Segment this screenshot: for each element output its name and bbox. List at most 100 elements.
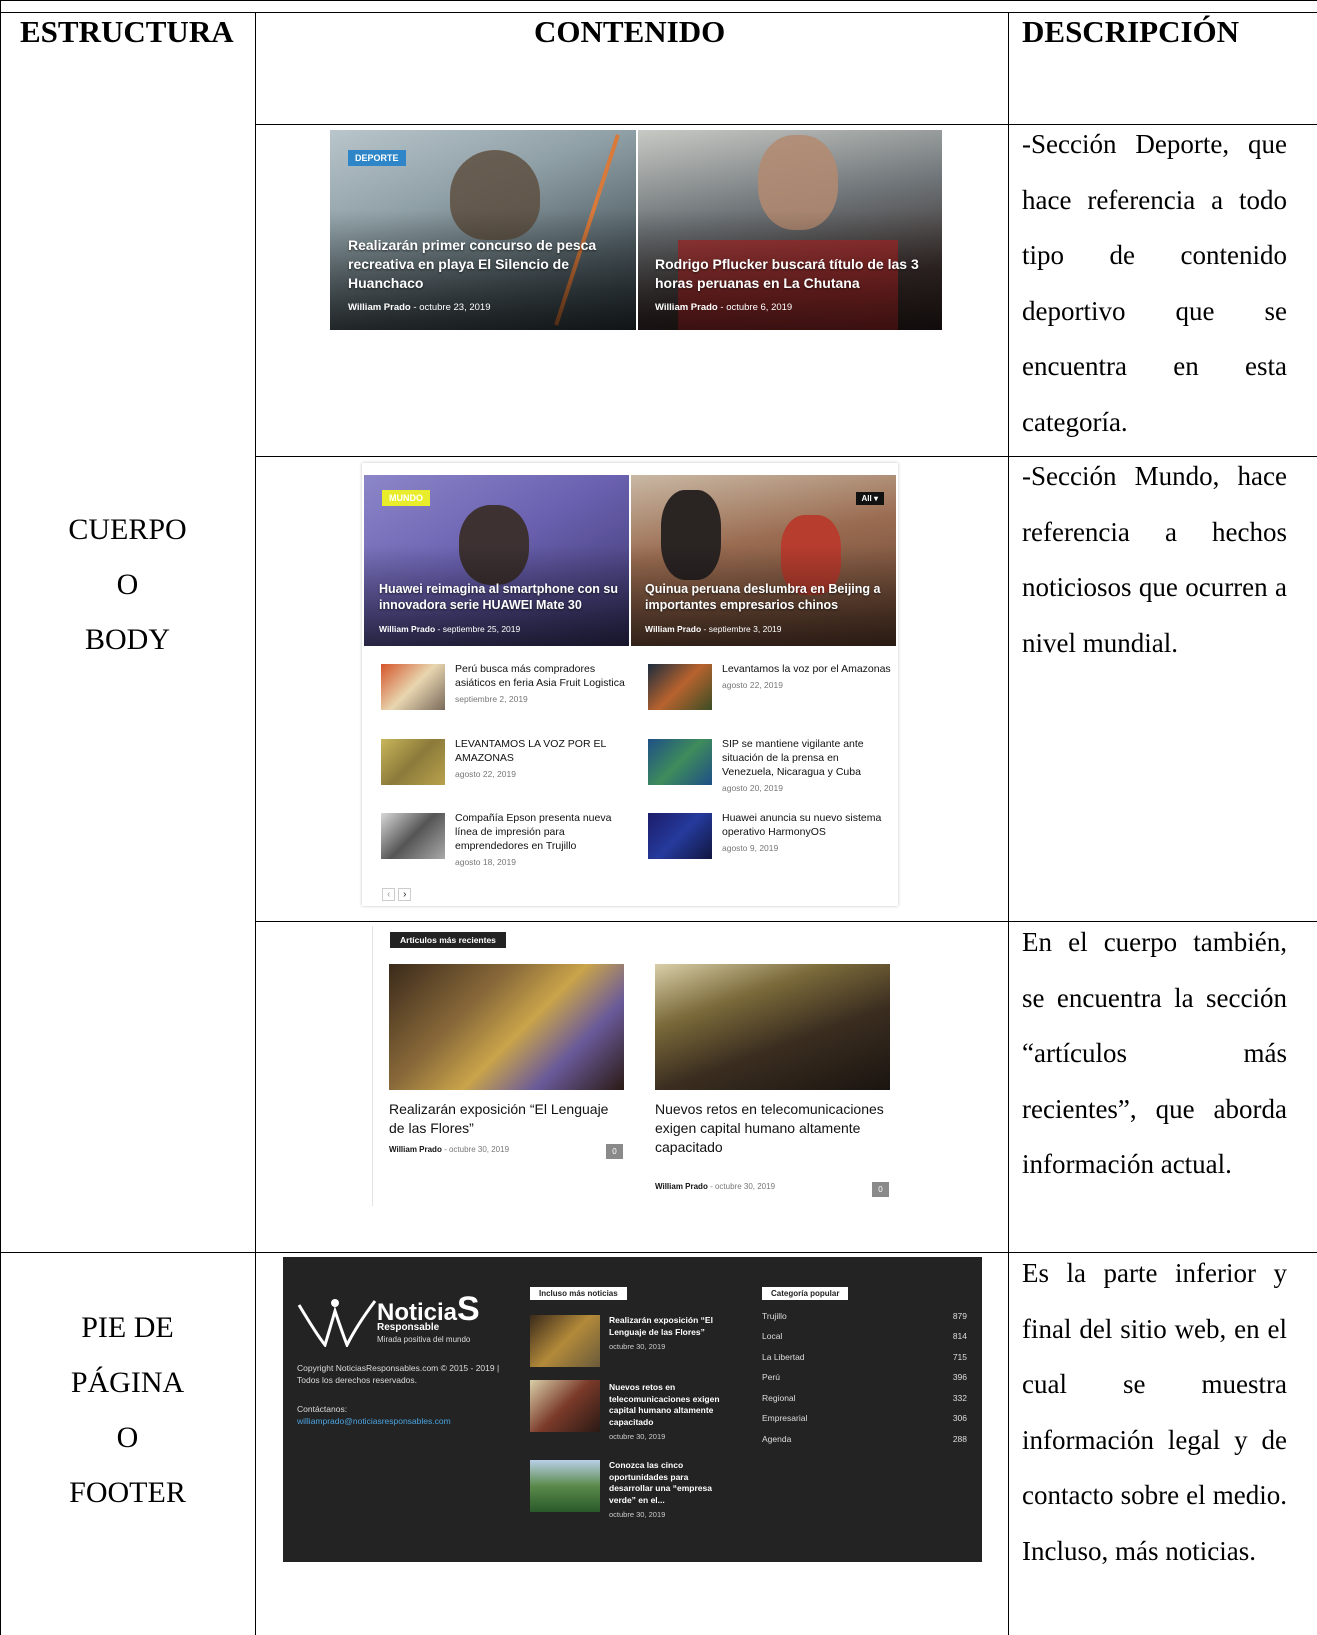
card-author[interactable]: William Prado	[348, 302, 411, 313]
list-item-date: agosto 22, 2019	[722, 680, 783, 690]
category-count: 879	[952, 1311, 967, 1321]
thumbnail	[381, 739, 445, 785]
article-author[interactable]: William Prado	[655, 1182, 708, 1191]
footer-label-line: O	[116, 1421, 139, 1454]
logo-icon	[297, 1299, 377, 1347]
more-news-item[interactable]: Conozca las cinco oportunidades para des…	[609, 1460, 729, 1521]
article-image[interactable]	[389, 964, 624, 1090]
more-news-item[interactable]: Realizarán exposición “El Lenguaje de la…	[609, 1315, 729, 1353]
category-count: 306	[952, 1413, 967, 1423]
card-author[interactable]: William Prado	[379, 624, 435, 634]
deporte-badge[interactable]: DEPORTE	[348, 150, 406, 166]
body-label-line: BODY	[84, 623, 170, 656]
category-count: 396	[952, 1372, 967, 1382]
copyright-text: Copyright NoticiasResponsables.com © 201…	[297, 1363, 500, 1385]
footer-label-line: PIE DE	[81, 1311, 174, 1344]
article-title[interactable]: Realizarán exposición “El Lenguaje de la…	[389, 1100, 624, 1138]
meta-separator: -	[413, 302, 417, 313]
card-author[interactable]: William Prado	[645, 624, 701, 634]
prev-page-button[interactable]: ‹	[382, 888, 396, 901]
mundo-card[interactable]: MUNDO Huawei reimagina al smartphone con…	[364, 475, 629, 646]
thumbnail	[648, 813, 712, 859]
footer-label-line: PÁGINA	[70, 1366, 185, 1399]
item-date: octubre 30, 2019	[609, 1432, 666, 1441]
list-item[interactable]: LEVANTAMOS LA VOZ POR EL AMAZONAS agosto …	[381, 737, 631, 801]
list-item-title[interactable]: Levantamos la voz por el Amazonas agosto …	[722, 662, 892, 692]
category-item[interactable]: Regional 332	[762, 1393, 967, 1403]
list-item-title[interactable]: Compañía Epson presenta nueva línea de i…	[455, 811, 625, 869]
body-label: CUERPO O BODY	[0, 502, 255, 667]
deporte-card[interactable]: DEPORTE Realizarán primer concurso de pe…	[330, 130, 636, 330]
category-count: 814	[952, 1331, 967, 1341]
contact-email-link[interactable]: williamprado@noticiasresponsables.com	[297, 1416, 451, 1426]
card-title[interactable]: Realizarán primer concurso de pesca recr…	[348, 236, 618, 293]
list-item[interactable]: Compañía Epson presenta nueva línea de i…	[381, 811, 631, 875]
footer-screenshot: NoticiaS Responsable Mirada positiva del…	[283, 1257, 982, 1562]
list-item[interactable]: Huawei anuncia su nuevo sistema operativ…	[648, 811, 898, 875]
list-item-title[interactable]: LEVANTAMOS LA VOZ POR EL AMAZONAS agosto …	[455, 737, 625, 781]
category-item[interactable]: Trujillo 879	[762, 1311, 967, 1321]
card-title[interactable]: Quinua peruana deslumbra en Beijing a im…	[645, 581, 890, 613]
deporte-card[interactable]: Rodrigo Pflucker buscará título de las 3…	[638, 130, 942, 330]
description-deporte: -Sección Deporte, que hace referencia a …	[1022, 129, 1287, 437]
card-meta: William Prado - septiembre 3, 2019	[645, 624, 782, 634]
thumbnail	[648, 664, 712, 710]
card-meta: William Prado - octubre 6, 2019	[655, 302, 792, 313]
meta-separator: -	[703, 624, 707, 634]
comment-count-icon[interactable]: 0	[872, 1182, 889, 1197]
list-item[interactable]: Perú busca más compradores asiáticos en …	[381, 662, 631, 726]
article-image[interactable]	[655, 964, 890, 1090]
category-item[interactable]: Local 814	[762, 1331, 967, 1341]
list-item-date: agosto 18, 2019	[455, 857, 516, 867]
more-news-tag: Incluso más noticias	[530, 1287, 627, 1300]
recientes-section-screenshot: Artículos más recientes Realizarán expos…	[372, 926, 905, 1206]
list-item-date: septiembre 2, 2019	[455, 694, 528, 704]
thumbnail[interactable]	[530, 1380, 600, 1432]
next-page-button[interactable]: ›	[398, 888, 412, 901]
pager: ‹ ›	[382, 888, 412, 901]
card-title[interactable]: Rodrigo Pflucker buscará título de las 3…	[655, 255, 930, 293]
list-item-date: agosto 20, 2019	[722, 783, 783, 793]
site-logo[interactable]: NoticiaS Responsable Mirada positiva del…	[297, 1292, 497, 1355]
logo-s: S	[457, 1290, 480, 1328]
thumbnail	[381, 664, 445, 710]
card-date: septiembre 3, 2019	[708, 624, 782, 634]
list-item[interactable]: Levantamos la voz por el Amazonas agosto …	[648, 662, 898, 726]
mundo-badge[interactable]: MUNDO	[382, 490, 430, 506]
header-contenido: CONTENIDO	[534, 14, 726, 49]
description-footer: Es la parte inferior y final del sitio w…	[1022, 1258, 1287, 1566]
thumbnail[interactable]	[530, 1460, 600, 1512]
item-date: octubre 30, 2019	[609, 1342, 666, 1351]
footer-label-line: FOOTER	[69, 1476, 186, 1509]
category-count: 715	[952, 1352, 967, 1362]
comment-count-icon[interactable]: 0	[606, 1144, 623, 1159]
header-top-rule	[0, 12, 1317, 13]
category-item[interactable]: Empresarial 306	[762, 1413, 967, 1423]
meta-separator: -	[720, 302, 724, 313]
thumbnail[interactable]	[530, 1315, 600, 1367]
column-divider	[255, 12, 256, 1635]
article-meta: William Prado - octubre 30, 2019	[389, 1145, 509, 1154]
filter-dropdown[interactable]: All ▾	[855, 492, 884, 505]
card-date: octubre 23, 2019	[419, 302, 491, 313]
category-item[interactable]: Perú 396	[762, 1372, 967, 1382]
list-item[interactable]: SIP se mantiene vigilante ante situación…	[648, 737, 898, 801]
category-item[interactable]: Agenda 288	[762, 1434, 967, 1444]
filter-label: All	[861, 494, 872, 503]
article-author[interactable]: William Prado	[389, 1145, 442, 1154]
list-item-title[interactable]: Huawei anuncia su nuevo sistema operativ…	[722, 811, 892, 855]
card-meta: William Prado - octubre 23, 2019	[348, 302, 491, 313]
list-item-title[interactable]: SIP se mantiene vigilante ante situación…	[722, 737, 892, 795]
mundo-card[interactable]: All ▾ Quinua peruana deslumbra en Beijin…	[631, 475, 896, 646]
header-estructura: ESTRUCTURA	[20, 14, 234, 49]
card-title[interactable]: Huawei reimagina al smartphone con su in…	[379, 581, 624, 613]
description-mundo: -Sección Mundo, hace referencia a hechos…	[1022, 461, 1287, 658]
list-item-title[interactable]: Perú busca más compradores asiáticos en …	[455, 662, 625, 706]
list-item-date: agosto 22, 2019	[455, 769, 516, 779]
column-divider	[1008, 12, 1009, 1635]
article-title[interactable]: Nuevos retos en telecomunicaciones exige…	[655, 1100, 890, 1157]
more-news-item[interactable]: Nuevos retos en telecomunicaciones exige…	[609, 1382, 729, 1443]
category-item[interactable]: La Libertad 715	[762, 1352, 967, 1362]
item-date: octubre 30, 2019	[609, 1510, 666, 1519]
card-author[interactable]: William Prado	[655, 302, 718, 313]
